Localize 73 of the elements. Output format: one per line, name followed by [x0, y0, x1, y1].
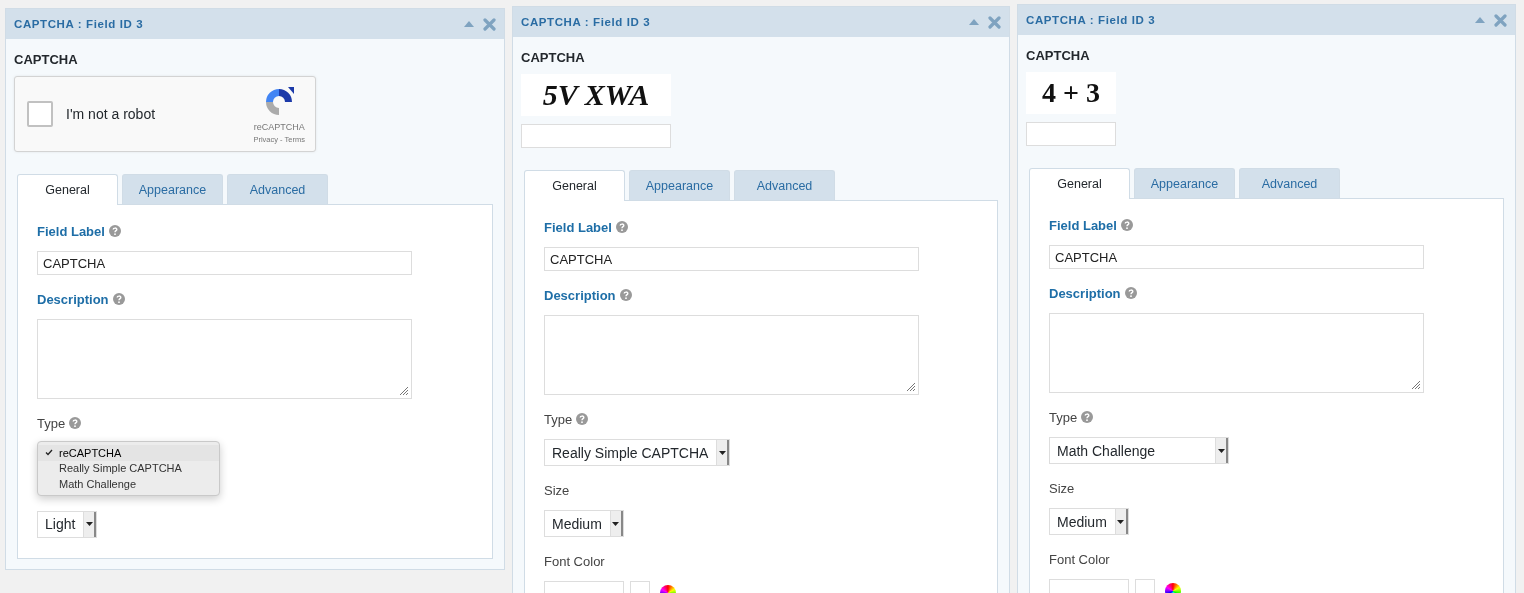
tab[interactable]: Advanced: [734, 170, 835, 200]
preview-label: CAPTCHA: [521, 50, 586, 65]
tab[interactable]: Appearance: [122, 174, 223, 204]
resize-grip-icon[interactable]: [399, 386, 409, 396]
select-dropdown[interactable]: Math Challenge: [1049, 437, 1229, 464]
select-dropdown[interactable]: Medium: [1049, 508, 1129, 535]
panel-title: CAPTCHA : Field ID 3: [1026, 14, 1156, 26]
tab[interactable]: General: [17, 174, 118, 205]
setting-label: Font Color: [544, 553, 605, 569]
setting-label: Description: [544, 287, 616, 303]
setting-label: Description: [1049, 285, 1121, 301]
help-icon[interactable]: [615, 221, 628, 233]
checkbox[interactable]: [27, 101, 53, 127]
resize-grip-icon[interactable]: [906, 382, 916, 392]
textarea-field[interactable]: [1049, 313, 1424, 393]
captcha-image: 5V XWA: [521, 74, 671, 116]
help-icon[interactable]: [619, 289, 632, 301]
help-icon[interactable]: [108, 225, 121, 237]
caret-icon: [718, 450, 726, 455]
help-icon[interactable]: [69, 417, 82, 429]
setting-label: Type: [544, 411, 573, 427]
text-field[interactable]: CAPTCHA: [544, 247, 919, 271]
help-icon[interactable]: [112, 293, 125, 305]
setting-label: Type: [1049, 409, 1078, 425]
setting-label: Field Label: [544, 219, 612, 235]
tab[interactable]: General: [1029, 168, 1130, 199]
setting-label: Size: [1049, 480, 1075, 496]
tab[interactable]: Appearance: [1134, 168, 1235, 198]
help-icon[interactable]: [576, 413, 589, 425]
tab[interactable]: Advanced: [227, 174, 328, 204]
textarea-field[interactable]: [37, 319, 412, 399]
select-dropdown[interactable]: Light: [37, 510, 98, 538]
resize-grip-icon[interactable]: [1411, 380, 1421, 390]
collapse-icon[interactable]: [968, 18, 980, 26]
setting-label: Type: [37, 415, 66, 431]
caret-icon: [1117, 519, 1125, 524]
close-icon[interactable]: [483, 17, 496, 31]
caret-icon: [612, 521, 620, 526]
help-icon[interactable]: [1124, 287, 1137, 299]
collapse-icon[interactable]: [1474, 16, 1486, 24]
setting-label: Field Label: [37, 223, 105, 239]
help-icon[interactable]: [1081, 411, 1094, 423]
preview-label: CAPTCHA: [14, 52, 79, 67]
captcha-input[interactable]: [521, 124, 671, 148]
close-icon[interactable]: [1494, 13, 1507, 27]
check-icon: [45, 449, 53, 457]
text-field[interactable]: CAPTCHA: [1049, 245, 1424, 269]
menu-option[interactable]: Really Simple CAPTCHA: [38, 460, 219, 476]
tab[interactable]: General: [524, 170, 625, 201]
preview-label: CAPTCHA: [1026, 48, 1091, 63]
setting-label: Font Color: [1049, 551, 1110, 567]
collapse-icon[interactable]: [463, 20, 475, 28]
help-icon[interactable]: [1120, 219, 1133, 231]
menu-option[interactable]: Math Challenge: [38, 476, 219, 492]
setting-label: Field Label: [1049, 217, 1117, 233]
checkbox-label: I'm not a robot: [66, 106, 157, 122]
caret-icon: [85, 522, 93, 526]
select-dropdown[interactable]: Medium: [544, 510, 624, 537]
captcha-image: 4 + 3: [1026, 72, 1116, 114]
text-field[interactable]: CAPTCHA: [37, 251, 412, 275]
caret-icon: [1217, 448, 1225, 453]
textarea-field[interactable]: [544, 315, 919, 395]
panel-title: CAPTCHA : Field ID 3: [14, 18, 144, 30]
setting-label: Size: [544, 482, 570, 498]
select-dropdown[interactable]: Really Simple CAPTCHA: [544, 439, 731, 466]
tab[interactable]: Appearance: [629, 170, 730, 200]
panel-title: CAPTCHA : Field ID 3: [521, 16, 651, 28]
tab[interactable]: Advanced: [1239, 168, 1340, 198]
captcha-input[interactable]: [1026, 122, 1116, 146]
close-icon[interactable]: [988, 15, 1001, 29]
menu-option[interactable]: reCAPTCHA: [38, 445, 219, 461]
setting-label: Description: [37, 291, 109, 307]
recaptcha-brand: reCAPTCHA: [253, 121, 305, 132]
